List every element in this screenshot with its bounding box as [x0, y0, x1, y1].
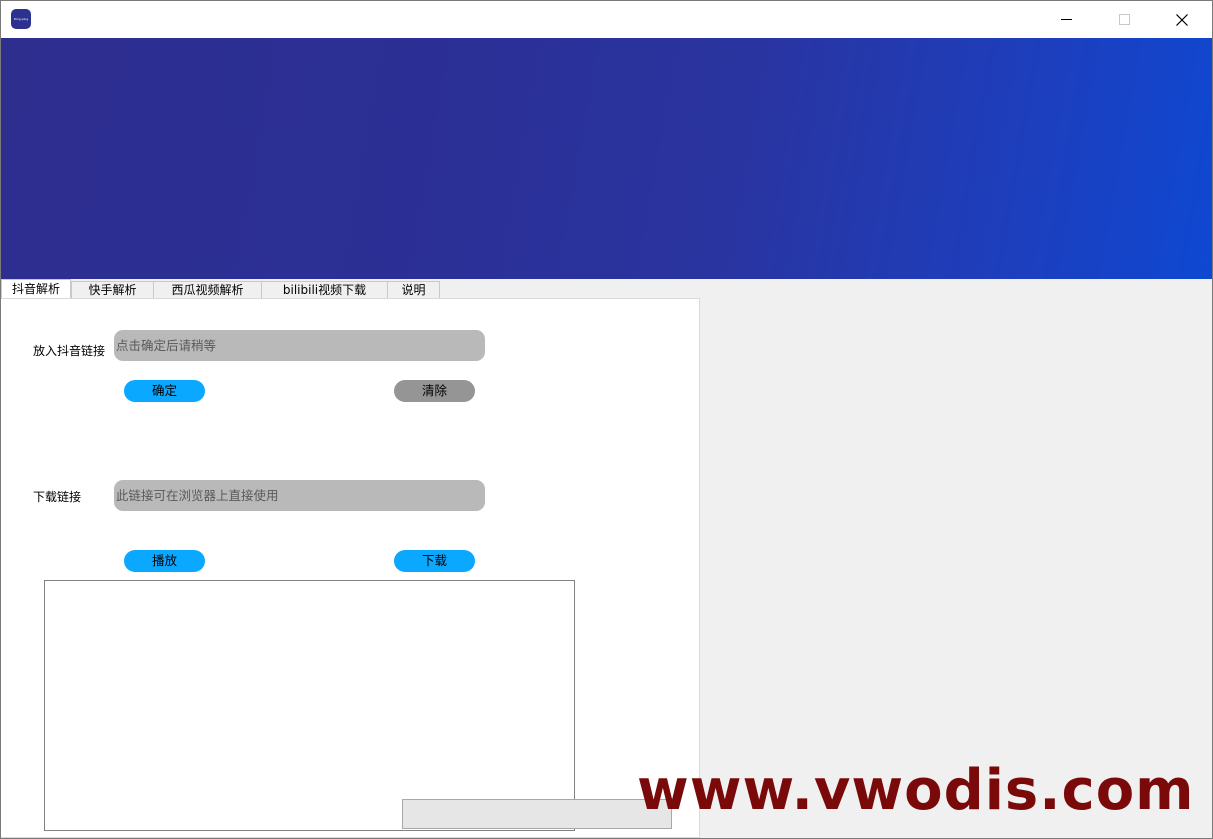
title-bar[interactable]: Ding.ping [1, 1, 1212, 38]
app-icon: Ding.ping [11, 9, 31, 29]
tab-help[interactable]: 说明 [387, 281, 440, 299]
maximize-icon [1118, 14, 1130, 25]
download-button[interactable]: 下载 [394, 550, 475, 572]
header-banner [1, 38, 1212, 279]
download-link-label: 下载链接 [33, 490, 82, 504]
watermark-text: www.vwodis.com [637, 758, 1195, 823]
tab-xigua[interactable]: 西瓜视频解析 [153, 281, 262, 299]
tab-kuaishou[interactable]: 快手解析 [71, 281, 154, 299]
tab-bilibili[interactable]: bilibili视频下载 [261, 281, 388, 299]
close-icon [1176, 13, 1188, 26]
clear-button[interactable]: 清除 [394, 380, 475, 402]
tab-douyin[interactable]: 抖音解析 [1, 279, 71, 299]
play-button[interactable]: 播放 [124, 550, 205, 572]
progress-bar [402, 799, 672, 829]
minimize-button[interactable] [1037, 1, 1095, 38]
close-button[interactable] [1153, 1, 1211, 38]
app-window: Ding.ping 抖音解析 快手解析 西瓜视频解析 bilibili视频下载 … [0, 0, 1213, 839]
douyin-link-input[interactable]: 点击确定后请稍等 [114, 330, 485, 361]
maximize-button[interactable] [1095, 1, 1153, 38]
confirm-button[interactable]: 确定 [124, 380, 205, 402]
tab-bar: 抖音解析 快手解析 西瓜视频解析 bilibili视频下载 说明 [1, 279, 701, 299]
minimize-icon [1060, 19, 1072, 20]
download-link-field[interactable]: 此链接可在浏览器上直接使用 [114, 480, 485, 511]
input-link-label: 放入抖音链接 [33, 344, 106, 358]
video-player-area[interactable] [44, 580, 575, 831]
